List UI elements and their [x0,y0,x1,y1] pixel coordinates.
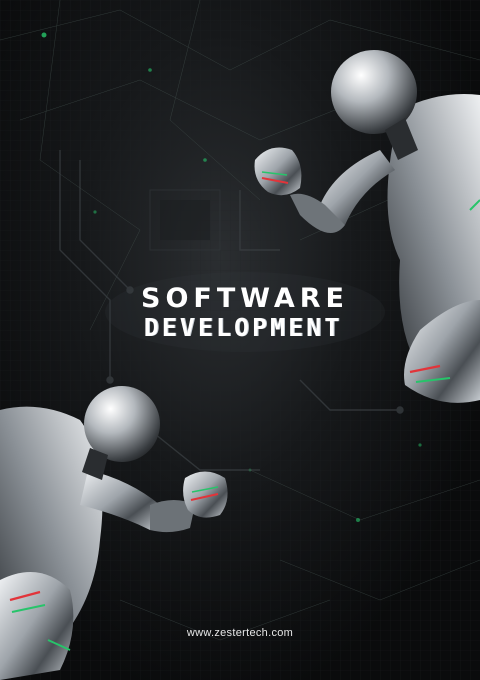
title-block: SOFTWARE DEVELOPMENT [0,284,480,342]
title-development: DEVELOPMENT [143,313,343,342]
website-url: www.zestertech.com [186,627,294,639]
poster: SOFTWARE DEVELOPMENT www.zestertech.com [0,0,480,680]
title-software: SOFTWARE [141,283,349,314]
